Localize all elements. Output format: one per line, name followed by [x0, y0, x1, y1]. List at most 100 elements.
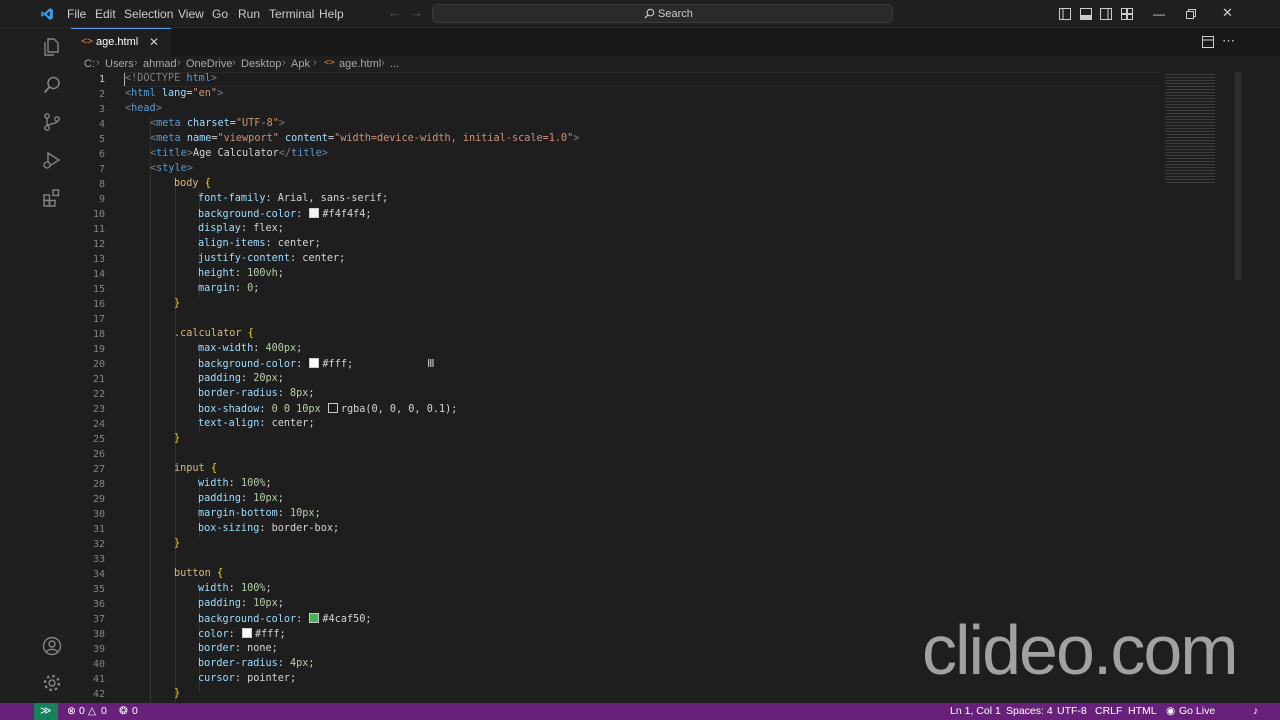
- go-live-button[interactable]: Go Live: [1179, 705, 1215, 717]
- breadcrumb-ahmad[interactable]: ahmad: [143, 58, 177, 70]
- menu-view[interactable]: View: [178, 7, 204, 21]
- mouse-ibeam-cursor: Ⅲ: [427, 358, 435, 370]
- code-line-35: width: 100%;: [198, 583, 272, 594]
- tok: width: [198, 583, 229, 594]
- line-number: 35: [92, 584, 105, 595]
- code-line-10: background-color: #f4f4f4;: [198, 208, 372, 220]
- vscode-logo-icon[interactable]: [40, 7, 54, 21]
- tok: >: [217, 88, 224, 99]
- restore-icon[interactable]: [1186, 9, 1196, 19]
- command-search-box[interactable]: Search: [432, 4, 893, 23]
- tok: :: [277, 658, 291, 669]
- errors-icon[interactable]: ⊗: [67, 705, 76, 717]
- minimap[interactable]: [1161, 72, 1241, 703]
- tok: ;: [332, 523, 340, 534]
- close-tab-icon[interactable]: ✕: [149, 35, 159, 49]
- line-ending[interactable]: CRLF: [1095, 705, 1122, 717]
- color-swatch[interactable]: [309, 208, 320, 218]
- tab-age-html[interactable]: <> age.html ✕: [71, 28, 171, 56]
- tok: lang: [161, 88, 187, 99]
- close-window-icon[interactable]: ✕: [1222, 6, 1233, 20]
- extensions-icon[interactable]: [42, 188, 62, 208]
- warning-count[interactable]: 0: [101, 705, 107, 717]
- color-swatch[interactable]: [327, 403, 338, 413]
- tok: }: [174, 298, 181, 309]
- run-debug-icon[interactable]: [42, 150, 62, 170]
- language-mode[interactable]: HTML: [1128, 705, 1157, 717]
- line-number: 34: [92, 569, 105, 580]
- menu-help[interactable]: Help: [319, 7, 344, 21]
- code-line-24: text-align: center;: [198, 418, 315, 429]
- tok: :: [265, 238, 278, 249]
- explorer-icon[interactable]: [42, 37, 62, 57]
- warning-icon[interactable]: △: [88, 705, 96, 717]
- remote-icon: ≫: [40, 705, 52, 717]
- accounts-icon[interactable]: [42, 636, 62, 656]
- tok: box-sizing: [198, 523, 260, 534]
- breadcrumb-desktop[interactable]: Desktop: [241, 58, 281, 70]
- notifications-bell-icon[interactable]: ♪: [1253, 705, 1258, 717]
- breadcrumb-apk[interactable]: Apk: [291, 58, 310, 70]
- code-line-13: justify-content: center;: [198, 253, 345, 264]
- manage-gear-icon[interactable]: [42, 673, 62, 693]
- menu-file[interactable]: File: [67, 7, 86, 21]
- breadcrumb-users[interactable]: Users: [105, 58, 134, 70]
- tok: 10px: [253, 493, 278, 504]
- indentation[interactable]: Spaces: 4: [1006, 705, 1053, 717]
- menu-selection[interactable]: Selection: [124, 7, 173, 21]
- tok: rgba(0, 0, 0, 0.1): [340, 404, 452, 415]
- current-line-highlight: [125, 72, 1160, 87]
- tok: border-radius: [198, 388, 278, 399]
- code-line-4: <meta charset="UTF-8">: [150, 118, 285, 129]
- tok: ;: [314, 508, 321, 519]
- tok: 100%: [240, 583, 266, 594]
- error-count[interactable]: 0: [79, 705, 85, 717]
- breadcrumb-drive[interactable]: C:: [84, 58, 95, 70]
- code-line-8: body {: [174, 178, 211, 189]
- color-swatch[interactable]: [241, 628, 252, 638]
- line-number: 39: [92, 644, 105, 655]
- cursor-position[interactable]: Ln 1, Col 1: [950, 705, 1001, 717]
- tok: height: [198, 268, 235, 279]
- menu-terminal[interactable]: Terminal: [269, 7, 314, 21]
- breadcrumb-onedrive[interactable]: OneDrive: [186, 58, 232, 70]
- indent-guide: [150, 117, 151, 703]
- tok: padding: [198, 373, 241, 384]
- toggle-primary-sidebar-icon[interactable]: [1059, 8, 1071, 20]
- color-swatch[interactable]: [309, 358, 320, 368]
- menu-edit[interactable]: Edit: [95, 7, 116, 21]
- ports-count[interactable]: 0: [132, 705, 138, 717]
- nav-forward-icon[interactable]: →: [410, 5, 423, 20]
- more-actions-icon[interactable]: ⋯: [1222, 33, 1235, 49]
- tok: :: [234, 283, 248, 294]
- split-editor-icon[interactable]: [1202, 36, 1214, 48]
- code-editor[interactable]: 1 2 3 4 5 6 7 8 9 10 11 12 13 14 15 16 17 18 19 20 21 22 23 24 2…: [71, 72, 1241, 703]
- menu-go[interactable]: Go: [212, 7, 228, 21]
- line-number: 10: [92, 209, 105, 220]
- encoding[interactable]: UTF-8: [1057, 705, 1087, 717]
- color-swatch[interactable]: [309, 613, 320, 623]
- code-line-2: <html lang="en">: [125, 88, 223, 99]
- tok: {: [204, 178, 211, 189]
- source-control-icon[interactable]: [42, 112, 62, 132]
- customize-layout-icon[interactable]: [1121, 8, 1133, 20]
- chevron-right-icon: ›: [177, 57, 181, 69]
- tok: html: [131, 88, 156, 99]
- ports-icon[interactable]: ❂: [119, 705, 128, 717]
- tok: width: [198, 478, 229, 489]
- menu-run[interactable]: Run: [238, 7, 260, 21]
- tok: max-width: [198, 343, 254, 354]
- line-number: 8: [98, 179, 105, 190]
- vertical-scrollbar-thumb[interactable]: [1235, 72, 1241, 280]
- tok: .calculator: [174, 328, 242, 339]
- remote-indicator[interactable]: ≫: [34, 703, 58, 720]
- tok: ;: [279, 629, 286, 640]
- minimize-icon[interactable]: —: [1153, 7, 1165, 21]
- toggle-panel-icon[interactable]: [1080, 8, 1092, 20]
- html-file-icon: <>: [324, 58, 335, 68]
- breadcrumb-symbols[interactable]: ...: [390, 58, 399, 70]
- breadcrumb-file[interactable]: age.html: [339, 58, 381, 70]
- toggle-secondary-sidebar-icon[interactable]: [1100, 8, 1112, 20]
- search-view-icon[interactable]: [42, 75, 62, 95]
- nav-back-icon[interactable]: ←: [388, 5, 401, 20]
